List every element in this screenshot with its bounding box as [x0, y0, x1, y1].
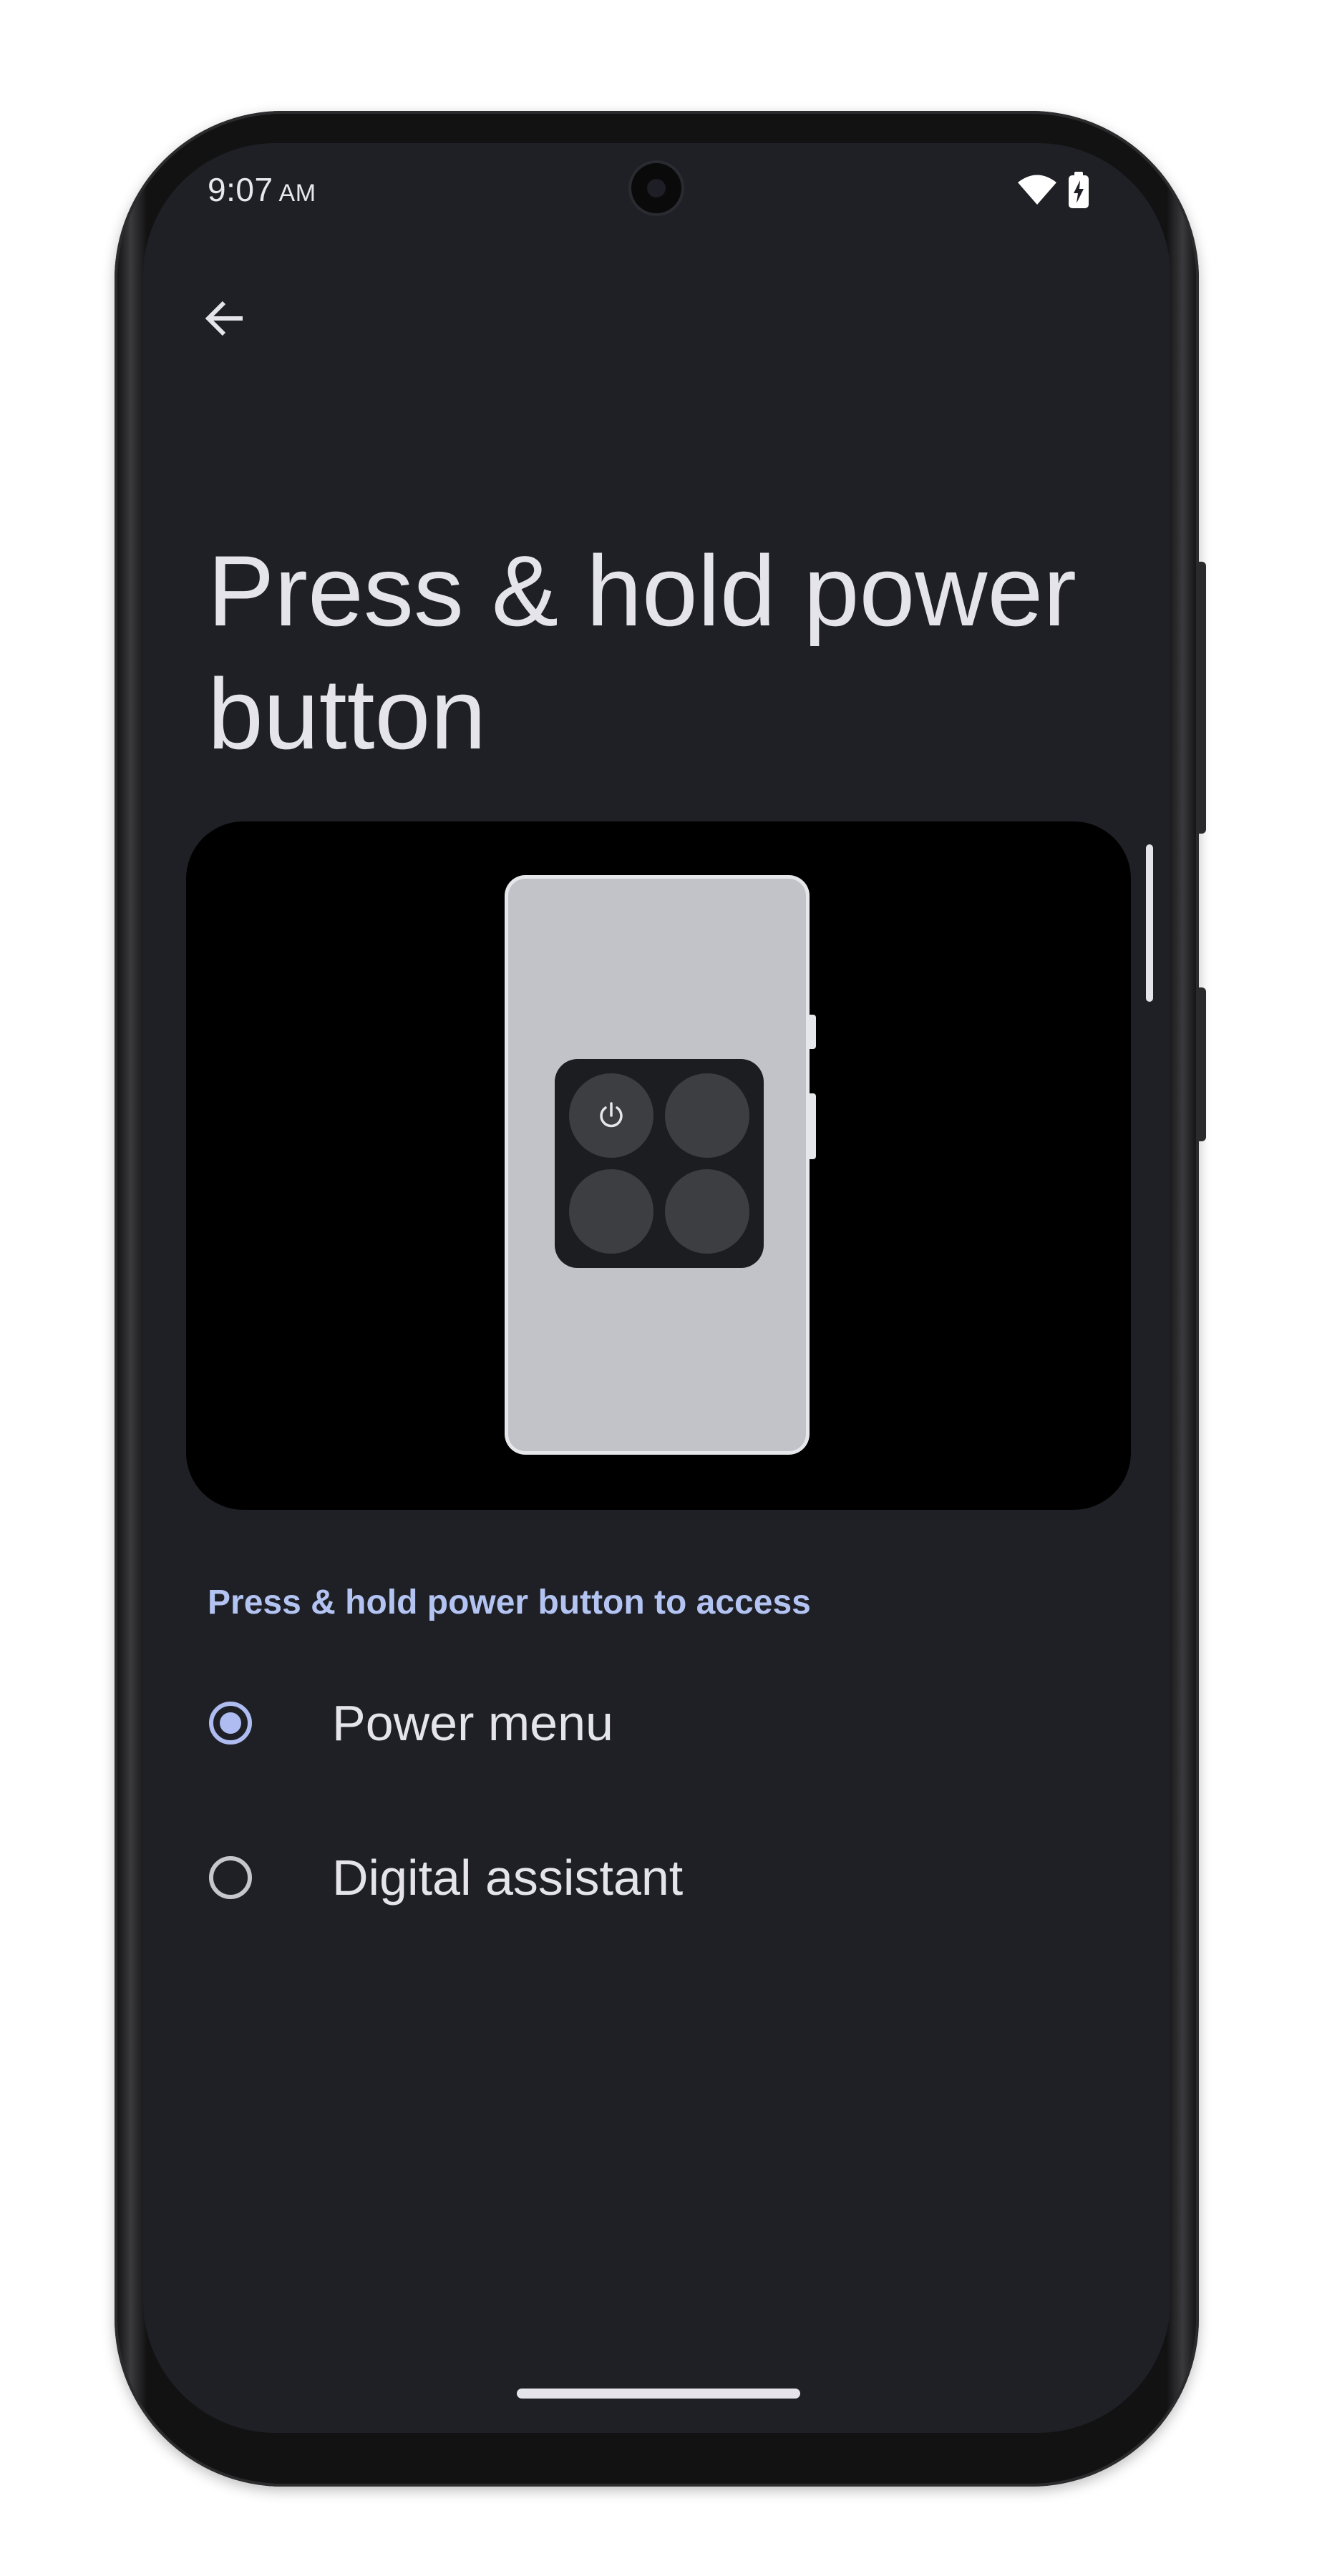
arrow-left-icon: [205, 301, 243, 336]
radio-button-selected[interactable]: [209, 1702, 252, 1745]
section-header: Press & hold power button to access: [208, 1584, 811, 1621]
status-time: 9:07 AM: [208, 171, 316, 208]
battery-charging-icon: [1069, 172, 1089, 208]
option-label: Power menu: [332, 1695, 613, 1751]
option-label: Digital assistant: [332, 1850, 684, 1906]
wifi-icon: [1018, 175, 1056, 205]
option-digital-assistant[interactable]: Digital assistant: [143, 1806, 1170, 1949]
page-title: Press & hold power button: [208, 535, 1077, 770]
power-side-button: [1196, 987, 1206, 1141]
illustration-phone: [508, 879, 816, 1451]
screen: 9:07 AM Press & hold power button Press …: [143, 143, 1170, 2433]
illustration-circle: [665, 1169, 749, 1254]
illustration-circle: [569, 1169, 653, 1254]
option-power-menu[interactable]: Power menu: [143, 1652, 1170, 1795]
back-button[interactable]: [186, 279, 265, 358]
power-icon: [600, 1102, 623, 1128]
home-indicator[interactable]: [517, 2389, 800, 2399]
illustration-power-circle: [569, 1073, 653, 1158]
front-camera: [631, 163, 681, 213]
volume-button: [1196, 562, 1206, 834]
status-ampm: AM: [278, 180, 316, 207]
radio-button-unselected[interactable]: [209, 1856, 252, 1899]
status-bar: 9:07 AM: [143, 143, 1170, 243]
illustration-circle: [665, 1073, 749, 1158]
scrollbar-thumb[interactable]: [1146, 844, 1153, 1002]
power-button-illustration: [186, 821, 1131, 1510]
illustration-volume-button: [809, 1015, 816, 1049]
illustration-power-button: [809, 1093, 816, 1159]
illustration-power-menu: [555, 1059, 764, 1268]
